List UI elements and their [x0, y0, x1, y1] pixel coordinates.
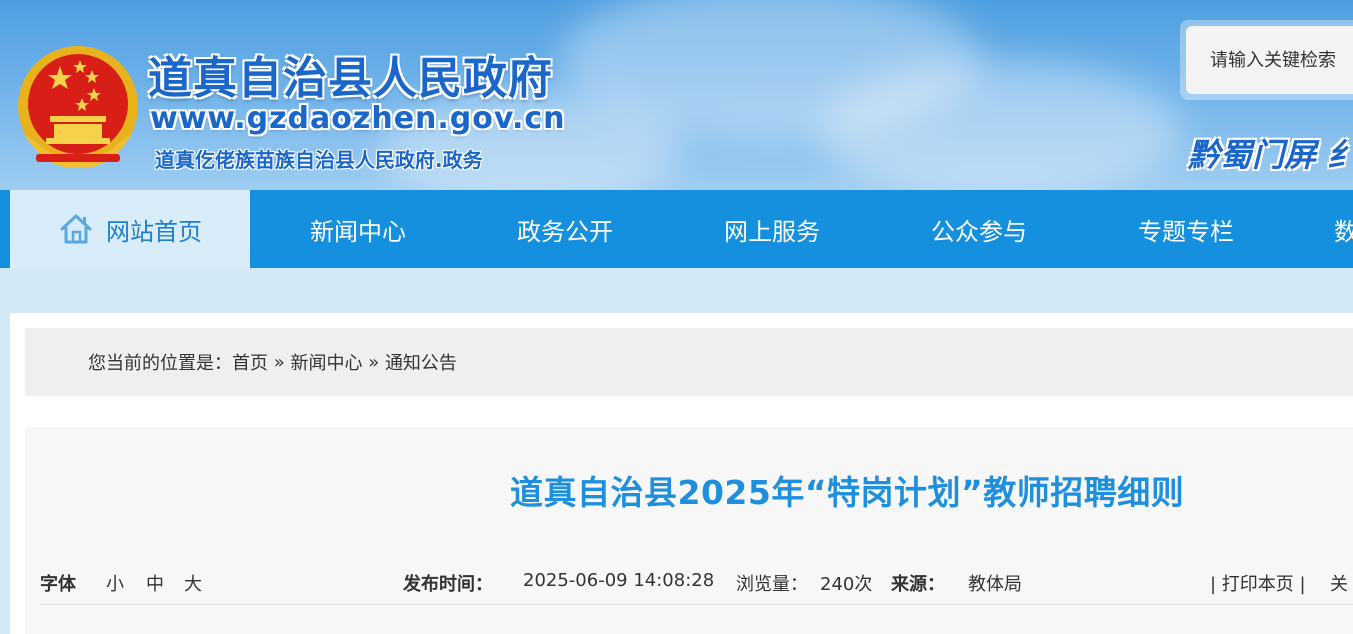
- nav-item-news[interactable]: 新闻中心: [255, 190, 461, 268]
- close-button[interactable]: 关: [1330, 570, 1348, 596]
- search-input[interactable]: [1186, 26, 1353, 94]
- breadcrumb-separator: »: [268, 351, 291, 373]
- nav-item-gov-affairs[interactable]: 政务公开: [462, 190, 668, 268]
- nav-item-public-participation[interactable]: 公众参与: [876, 190, 1082, 268]
- font-size-medium-button[interactable]: 中: [146, 570, 164, 596]
- font-size-large-button[interactable]: 大: [184, 570, 202, 596]
- breadcrumb-home[interactable]: 首页: [232, 349, 268, 375]
- nav-item-data[interactable]: 数: [1290, 190, 1353, 268]
- search-box: [1180, 20, 1353, 100]
- site-header: 道真自治县人民政府 www.gzdaozhen.gov.cn 道真仡佬族苗族自治…: [0, 0, 1353, 190]
- national-emblem-icon: [18, 46, 138, 169]
- breadcrumb-prefix: 您当前的位置是：: [88, 353, 232, 374]
- meta-divider: [40, 604, 1353, 605]
- views-label: 浏览量：: [736, 574, 808, 595]
- article-title: 道真自治县2025年“特岗计划”教师招聘细则: [510, 473, 1185, 512]
- site-url: www.gzdaozhen.gov.cn: [150, 101, 566, 136]
- nav-item-special-topics[interactable]: 专题专栏: [1083, 190, 1289, 268]
- font-size-label: 字体: [40, 574, 76, 595]
- home-icon: [60, 214, 92, 244]
- header-cloud: [820, 60, 1180, 190]
- breadcrumb-news[interactable]: 新闻中心: [290, 349, 362, 375]
- publish-time: 2025-06-09 14:08:28: [523, 570, 715, 591]
- nav-item-label: 网站首页: [106, 217, 202, 246]
- site-title: 道真自治县人民政府: [148, 53, 553, 104]
- breadcrumb: 您当前的位置是： 首页 » 新闻中心 » 通知公告: [25, 328, 1353, 396]
- portal-link[interactable]: 黔蜀门屏 纟: [1188, 130, 1353, 176]
- breadcrumb-notice[interactable]: 通知公告: [385, 349, 457, 375]
- main-nav: 网站首页 新闻中心 政务公开 网上服务 公众参与 专题专栏 数: [0, 190, 1353, 268]
- nav-item-online-services[interactable]: 网上服务: [669, 190, 875, 268]
- nav-item-home[interactable]: 网站首页: [10, 190, 250, 268]
- source-value: 教体局: [968, 574, 1022, 595]
- article-container: [25, 427, 1353, 634]
- font-size-small-button[interactable]: 小: [106, 570, 124, 596]
- views-count: 240次: [820, 574, 873, 595]
- print-button[interactable]: | 打印本页 |: [1210, 570, 1306, 596]
- site-subtitle: 道真仡佬族苗族自治县人民政府.政务: [155, 148, 483, 172]
- breadcrumb-separator: »: [362, 351, 385, 373]
- publish-time-label: 发布时间：: [403, 574, 493, 595]
- source-label: 来源：: [891, 574, 945, 595]
